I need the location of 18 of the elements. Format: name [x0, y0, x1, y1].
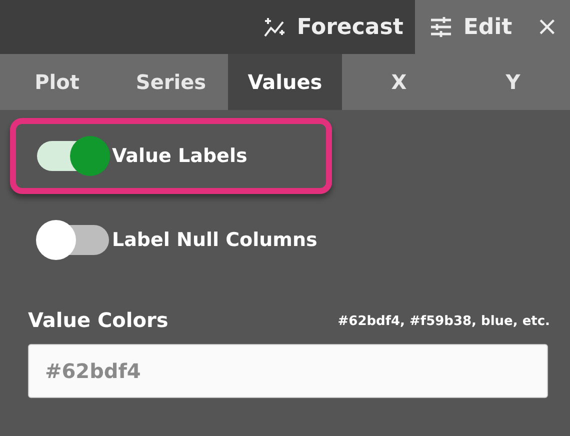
top-tab[interactable]: Edit × — [415, 0, 570, 54]
sliders-icon — [429, 16, 454, 38]
sub-tab[interactable]: Series — [114, 54, 228, 110]
toggle-switch[interactable] — [36, 136, 110, 176]
field-hint: #62bdf4, #f59b38, blue, etc. — [338, 314, 550, 331]
sparkline-icon — [262, 16, 287, 38]
sub-tab[interactable]: X — [342, 54, 456, 110]
input-field[interactable]: #62bdf4 — [28, 344, 548, 398]
sub-tab[interactable]: Values — [228, 54, 342, 110]
close-icon[interactable]: × — [536, 12, 558, 42]
toggle-label: Value Labels — [112, 145, 248, 167]
tab-label: Forecast — [296, 14, 404, 40]
sub-tab[interactable]: Plot — [0, 54, 114, 110]
tab-label: Edit — [463, 14, 512, 40]
sub-tab[interactable]: Y — [456, 54, 570, 110]
toggle-label: Label Null Columns — [112, 229, 318, 251]
toggle-switch[interactable] — [36, 220, 110, 260]
field-label: Value Colors — [28, 308, 168, 332]
